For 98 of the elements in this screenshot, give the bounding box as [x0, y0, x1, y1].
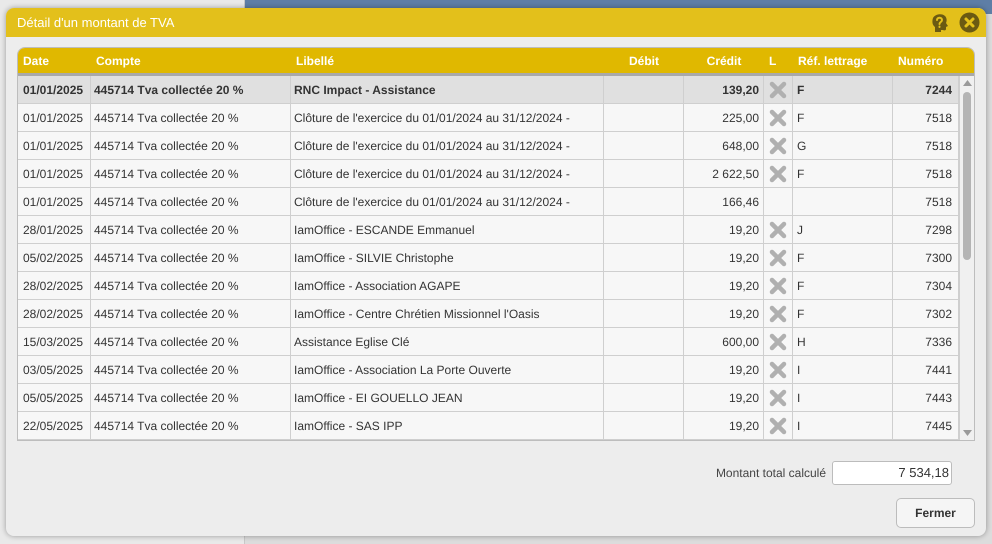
cross-icon: [768, 136, 788, 156]
scrollbar-thumb[interactable]: [963, 92, 971, 260]
cross-icon: [768, 220, 788, 240]
table-row[interactable]: 01/01/2025 445714 Tva collectée 20 % Clôture de l'exercice du 01/01/2024 au 31/12/2024 - 2 622,50 F 7518: [18, 160, 959, 188]
table-cell: 22/05/2025: [18, 412, 91, 439]
table-cell: 19,20: [684, 300, 764, 327]
table-cell: 01/01/2025: [18, 104, 91, 131]
table-cell: 225,00: [684, 104, 764, 131]
table-cell-text: I: [797, 362, 800, 378]
table-cell-text: G: [797, 138, 806, 154]
table-cell: 19,20: [684, 272, 764, 299]
table-cell: 01/01/2025: [18, 188, 91, 215]
cross-icon: [768, 304, 788, 324]
table-cell: 445714 Tva collectée 20 %: [91, 216, 291, 243]
table-cell: 445714 Tva collectée 20 %: [91, 160, 291, 187]
table-cell: 445714 Tva collectée 20 %: [91, 188, 291, 215]
close-button[interactable]: Fermer: [896, 498, 975, 528]
total-field[interactable]: 7 534,18: [832, 461, 952, 485]
table-cell: IamOffice - Association La Porte Ouverte: [291, 356, 604, 383]
cross-icon: [768, 416, 788, 436]
table-cell-text: F: [797, 82, 804, 98]
table-cell: 19,20: [684, 216, 764, 243]
table-cell: 2 622,50: [684, 160, 764, 187]
table-cell: IamOffice - EI GOUELLO JEAN: [291, 384, 604, 411]
cross-icon: [768, 360, 788, 380]
table-cell: 01/01/2025: [18, 132, 91, 159]
table-cell: 445714 Tva collectée 20 %: [91, 384, 291, 411]
table-cell: 445714 Tva collectée 20 %: [91, 300, 291, 327]
table-cell-text: H: [797, 334, 806, 350]
table-cell-text: F: [797, 110, 804, 126]
scroll-down-icon[interactable]: [962, 430, 972, 436]
table-cell: 139,20: [684, 76, 764, 103]
scrollbar[interactable]: [959, 76, 974, 440]
table-cell: Clôture de l'exercice du 01/01/2024 au 31/12/2024 -: [291, 160, 604, 187]
table-cell: 19,20: [684, 412, 764, 439]
table-cell: 445714 Tva collectée 20 %: [91, 328, 291, 355]
table-cell: IamOffice - Centre Chrétien Missionnel l'Oasis: [291, 300, 604, 327]
table-cell-text: F: [797, 278, 804, 294]
table-cell: 03/05/2025: [18, 356, 91, 383]
cross-icon: [768, 248, 788, 268]
table-cell: IamOffice - Association AGAPE: [291, 272, 604, 299]
table-row[interactable]: 28/02/2025 445714 Tva collectée 20 % IamOffice - Centre Chrétien Missionnel l'Oasis 19,20 F 7302: [18, 300, 959, 328]
table-row[interactable]: 03/05/2025 445714 Tva collectée 20 % IamOffice - Association La Porte Ouverte 19,20 I 7441: [18, 356, 959, 384]
table-cell: 05/02/2025: [18, 244, 91, 271]
table-row[interactable]: 15/03/2025 445714 Tva collectée 20 % Assistance Eglise Clé 600,00 H 7336: [18, 328, 959, 356]
table-cell: IamOffice - SAS IPP: [291, 412, 604, 439]
table-cell: IamOffice - ESCANDE Emmanuel: [291, 216, 604, 243]
cross-icon: [768, 108, 788, 128]
table-cell: 445714 Tva collectée 20 %: [91, 412, 291, 439]
cross-icon: [768, 164, 788, 184]
table-cell: Clôture de l'exercice du 01/01/2024 au 31/12/2024 -: [291, 132, 604, 159]
table-cell: 19,20: [684, 384, 764, 411]
table-row[interactable]: 01/01/2025 445714 Tva collectée 20 % Clôture de l'exercice du 01/01/2024 au 31/12/2024 - 166,46 7518: [18, 188, 959, 216]
close-icon[interactable]: [959, 12, 980, 33]
table-cell: 28/01/2025: [18, 216, 91, 243]
table-cell: Clôture de l'exercice du 01/01/2024 au 31/12/2024 -: [291, 104, 604, 131]
table-cell: 05/05/2025: [18, 384, 91, 411]
table-cell: 28/02/2025: [18, 300, 91, 327]
table-cell: 445714 Tva collectée 20 %: [91, 132, 291, 159]
table-cell: 15/03/2025: [18, 328, 91, 355]
table-cell-text: F: [797, 166, 804, 182]
cross-icon: [768, 80, 788, 100]
table-cell: 445714 Tva collectée 20 %: [91, 244, 291, 271]
table-row[interactable]: 01/01/2025 445714 Tva collectée 20 % Clôture de l'exercice du 01/01/2024 au 31/12/2024 - 225,00 F 7518: [18, 104, 959, 132]
table-cell: 28/02/2025: [18, 272, 91, 299]
table-row[interactable]: 01/01/2025 445714 Tva collectée 20 % RNC Impact - Assistance 139,20 F 7244: [18, 76, 959, 104]
table-cell: 01/01/2025: [18, 76, 91, 103]
table-cell-text: J: [797, 222, 803, 238]
table-row[interactable]: 28/02/2025 445714 Tva collectée 20 % IamOffice - Association AGAPE 19,20 F 7304: [18, 272, 959, 300]
table-cell: RNC Impact - Assistance: [291, 76, 604, 103]
cross-icon: [768, 276, 788, 296]
table-row[interactable]: 22/05/2025 445714 Tva collectée 20 % IamOffice - SAS IPP 19,20 I 7445: [18, 412, 959, 440]
table-row[interactable]: 01/01/2025 445714 Tva collectée 20 % Clôture de l'exercice du 01/01/2024 au 31/12/2024 - 648,00 G 7518: [18, 132, 959, 160]
table-cell: 445714 Tva collectée 20 %: [91, 104, 291, 131]
table-row[interactable]: 05/02/2025 445714 Tva collectée 20 % IamOffice - SILVIE Christophe 19,20 F 7300: [18, 244, 959, 272]
scroll-up-icon[interactable]: [962, 80, 972, 86]
table-cell: 19,20: [684, 244, 764, 271]
table-cell: 445714 Tva collectée 20 %: [91, 272, 291, 299]
table-cell-text: I: [797, 418, 800, 434]
table-cell-text: F: [797, 306, 804, 322]
table-cell-text: F: [797, 250, 804, 266]
table-cell: Clôture de l'exercice du 01/01/2024 au 31/12/2024 -: [291, 188, 604, 215]
dialog-title: Détail d'un montant de TVA: [17, 14, 174, 32]
total-label: Montant total calculé: [716, 465, 826, 482]
table-cell-text: I: [797, 390, 800, 406]
table-cell: 166,46: [684, 188, 764, 215]
table-row[interactable]: 28/01/2025 445714 Tva collectée 20 % IamOffice - ESCANDE Emmanuel 19,20 J 7298: [18, 216, 959, 244]
table-cell: 600,00: [684, 328, 764, 355]
table-row[interactable]: 05/05/2025 445714 Tva collectée 20 % IamOffice - EI GOUELLO JEAN 19,20 I 7443: [18, 384, 959, 412]
table-cell: 648,00: [684, 132, 764, 159]
table-cell: IamOffice - SILVIE Christophe: [291, 244, 604, 271]
table-cell: Assistance Eglise Clé: [291, 328, 604, 355]
cross-icon: [768, 388, 788, 408]
table-cell: 445714 Tva collectée 20 %: [91, 356, 291, 383]
table-cell: 445714 Tva collectée 20 %: [91, 76, 291, 103]
cross-icon: [768, 332, 788, 352]
table-cell: 01/01/2025: [18, 160, 91, 187]
table-cell: 19,20: [684, 356, 764, 383]
